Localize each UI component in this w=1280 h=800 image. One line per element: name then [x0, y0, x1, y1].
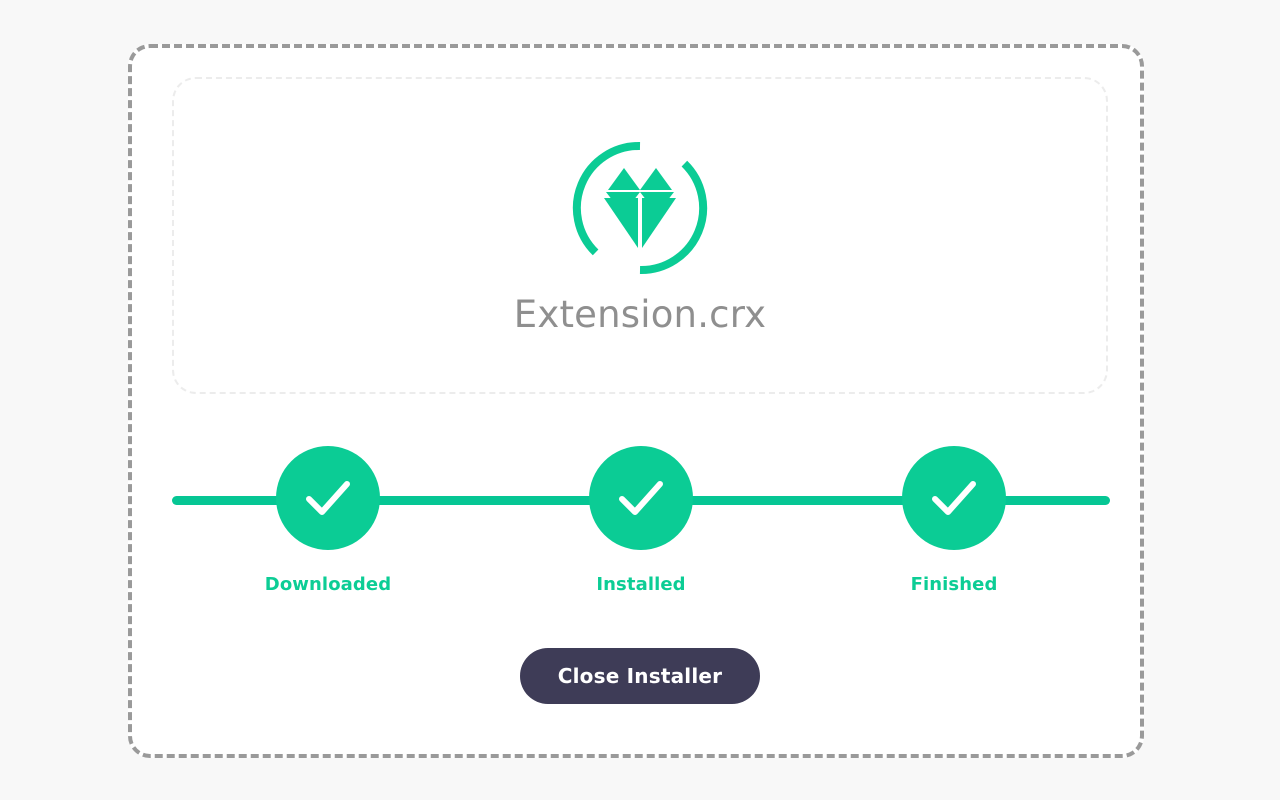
step-finished[interactable]: Finished [874, 446, 1034, 595]
file-name-label: Extension.crx [513, 293, 767, 336]
gem-in-broken-circle-icon [572, 141, 708, 275]
step-downloaded[interactable]: Downloaded [248, 446, 408, 595]
step-downloaded-circle [276, 446, 380, 550]
step-installed-label: Installed [596, 574, 686, 595]
installer-action-row: Close Installer [132, 648, 1148, 704]
file-preview-card: Extension.crx [172, 77, 1108, 394]
check-icon [306, 481, 350, 515]
step-downloaded-label: Downloaded [264, 574, 392, 595]
step-finished-circle [902, 446, 1006, 550]
install-progress-stepper: Downloaded Installed Finished [172, 446, 1110, 596]
installer-dropzone-frame: Extension.crx Downloaded Installed Finis… [128, 44, 1144, 758]
step-finished-label: Finished [910, 574, 998, 595]
installer-screen: Extension.crx Downloaded Installed Finis… [0, 0, 1280, 800]
check-icon [932, 481, 976, 515]
step-installed[interactable]: Installed [561, 446, 721, 595]
check-icon [619, 481, 663, 515]
step-installed-circle [589, 446, 693, 550]
close-installer-button[interactable]: Close Installer [519, 648, 761, 704]
